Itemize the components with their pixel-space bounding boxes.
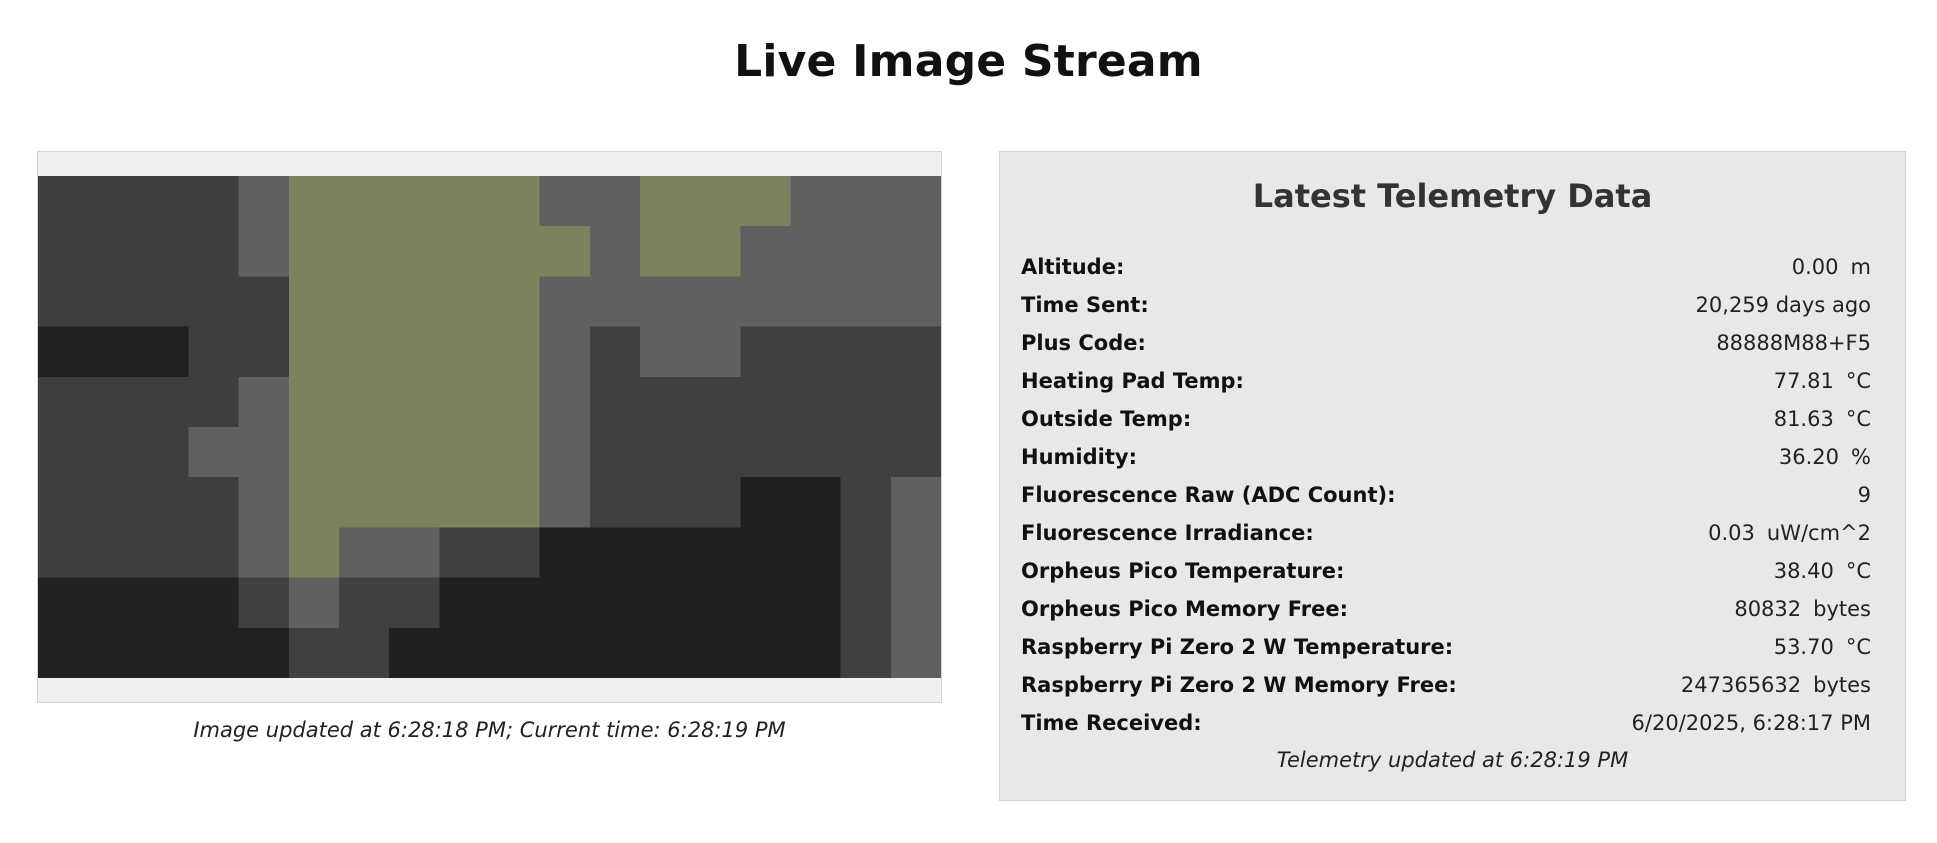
row-label: Raspberry Pi Zero 2 W Memory Free: [1021, 673, 1457, 697]
telemetry-row-pico-temperature: Orpheus Pico Temperature: 38.40 °C [1021, 552, 1871, 590]
row-value: 88888M88+F5 [1716, 324, 1871, 362]
row-value: 9 [1858, 476, 1871, 514]
telemetry-row-pico-memory: Orpheus Pico Memory Free: 80832 bytes [1021, 590, 1871, 628]
row-label: Plus Code: [1021, 331, 1146, 355]
unit-text: °C [1845, 559, 1871, 583]
row-label: Humidity: [1021, 445, 1137, 469]
unit-text: m [1850, 255, 1871, 279]
page-title: Live Image Stream [734, 36, 1203, 87]
row-value: 20,259 days ago [1696, 286, 1871, 324]
value-text: 88888M88+F5 [1716, 331, 1871, 355]
row-label: Altitude: [1021, 255, 1125, 279]
telemetry-row-pi-temperature: Raspberry Pi Zero 2 W Temperature: 53.70… [1021, 628, 1871, 666]
value-text: 38.40 [1773, 559, 1834, 583]
value-text: 0.03 [1708, 521, 1755, 545]
unit-text: uW/cm^2 [1766, 521, 1871, 545]
row-value: 81.63 °C [1774, 400, 1871, 438]
unit-text: bytes [1813, 673, 1871, 697]
telemetry-row-humidity: Humidity: 36.20% [1021, 438, 1871, 476]
telemetry-row-time-received: Time Received: 6/20/2025, 6:28:17 PM [1021, 704, 1871, 742]
row-value: 77.81 °C [1774, 362, 1871, 400]
value-text: 9 [1857, 483, 1871, 507]
unit-text: °C [1845, 407, 1871, 431]
row-label: Fluorescence Raw (ADC Count): [1021, 483, 1396, 507]
telemetry-row-fluorescence-raw: Fluorescence Raw (ADC Count): 9 [1021, 476, 1871, 514]
value-text: 81.63 [1773, 407, 1834, 431]
telemetry-row-heating-pad-temp: Heating Pad Temp: 77.81 °C [1021, 362, 1871, 400]
telemetry-title: Latest Telemetry Data [1252, 177, 1653, 215]
row-label: Heating Pad Temp: [1021, 369, 1244, 393]
value-text: 77.81 [1773, 369, 1834, 393]
value-text: 0.00 [1791, 255, 1839, 279]
live-image [38, 176, 941, 678]
telemetry-table: Altitude: 0.00 m Time Sent: 20,259 days a… [1021, 248, 1871, 742]
unit-text: °C [1845, 369, 1871, 393]
row-value: 36.20% [1779, 438, 1871, 476]
row-value: 38.40 °C [1774, 552, 1871, 590]
unit-text: °C [1845, 635, 1871, 659]
row-label: Fluorescence Irradiance: [1021, 521, 1314, 545]
row-value: 247365632 bytes [1681, 666, 1871, 704]
row-label: Raspberry Pi Zero 2 W Temperature: [1021, 635, 1454, 659]
row-value: 53.70 °C [1774, 628, 1871, 666]
telemetry-footer: Telemetry updated at 6:28:19 PM [1276, 748, 1629, 772]
value-text: 36.20 [1778, 445, 1840, 469]
row-value: 80832 bytes [1734, 590, 1871, 628]
row-label: Orpheus Pico Memory Free: [1021, 597, 1349, 621]
row-value: 0.03 uW/cm^2 [1708, 514, 1871, 552]
telemetry-row-time-sent: Time Sent: 20,259 days ago [1021, 286, 1871, 324]
image-caption: Image updated at 6:28:18 PM; Current tim… [193, 718, 786, 742]
row-value: 6/20/2025, 6:28:17 PM [1632, 704, 1871, 742]
value-text: 20,259 days ago [1695, 293, 1871, 317]
value-text: 6/20/2025, 6:28:17 PM [1631, 711, 1871, 735]
telemetry-row-altitude: Altitude: 0.00 m [1021, 248, 1871, 286]
row-label: Outside Temp: [1021, 407, 1192, 431]
unit-text: bytes [1813, 597, 1871, 621]
value-text: 53.70 [1773, 635, 1834, 659]
telemetry-row-outside-temp: Outside Temp: 81.63 °C [1021, 400, 1871, 438]
image-panel [37, 151, 942, 703]
telemetry-row-fluorescence-irradiance: Fluorescence Irradiance: 0.03 uW/cm^2 [1021, 514, 1871, 552]
row-label: Time Received: [1021, 711, 1202, 735]
row-value: 0.00 m [1792, 248, 1871, 286]
telemetry-row-plus-code: Plus Code: 88888M88+F5 [1021, 324, 1871, 362]
value-text: 80832 [1734, 597, 1802, 621]
row-label: Time Sent: [1021, 293, 1149, 317]
unit-text: % [1851, 445, 1871, 469]
telemetry-row-pi-memory: Raspberry Pi Zero 2 W Memory Free: 24736… [1021, 666, 1871, 704]
telemetry-panel: Latest Telemetry Data Altitude: 0.00 m Ti… [999, 151, 1906, 801]
row-label: Orpheus Pico Temperature: [1021, 559, 1345, 583]
value-text: 247365632 [1680, 673, 1802, 697]
